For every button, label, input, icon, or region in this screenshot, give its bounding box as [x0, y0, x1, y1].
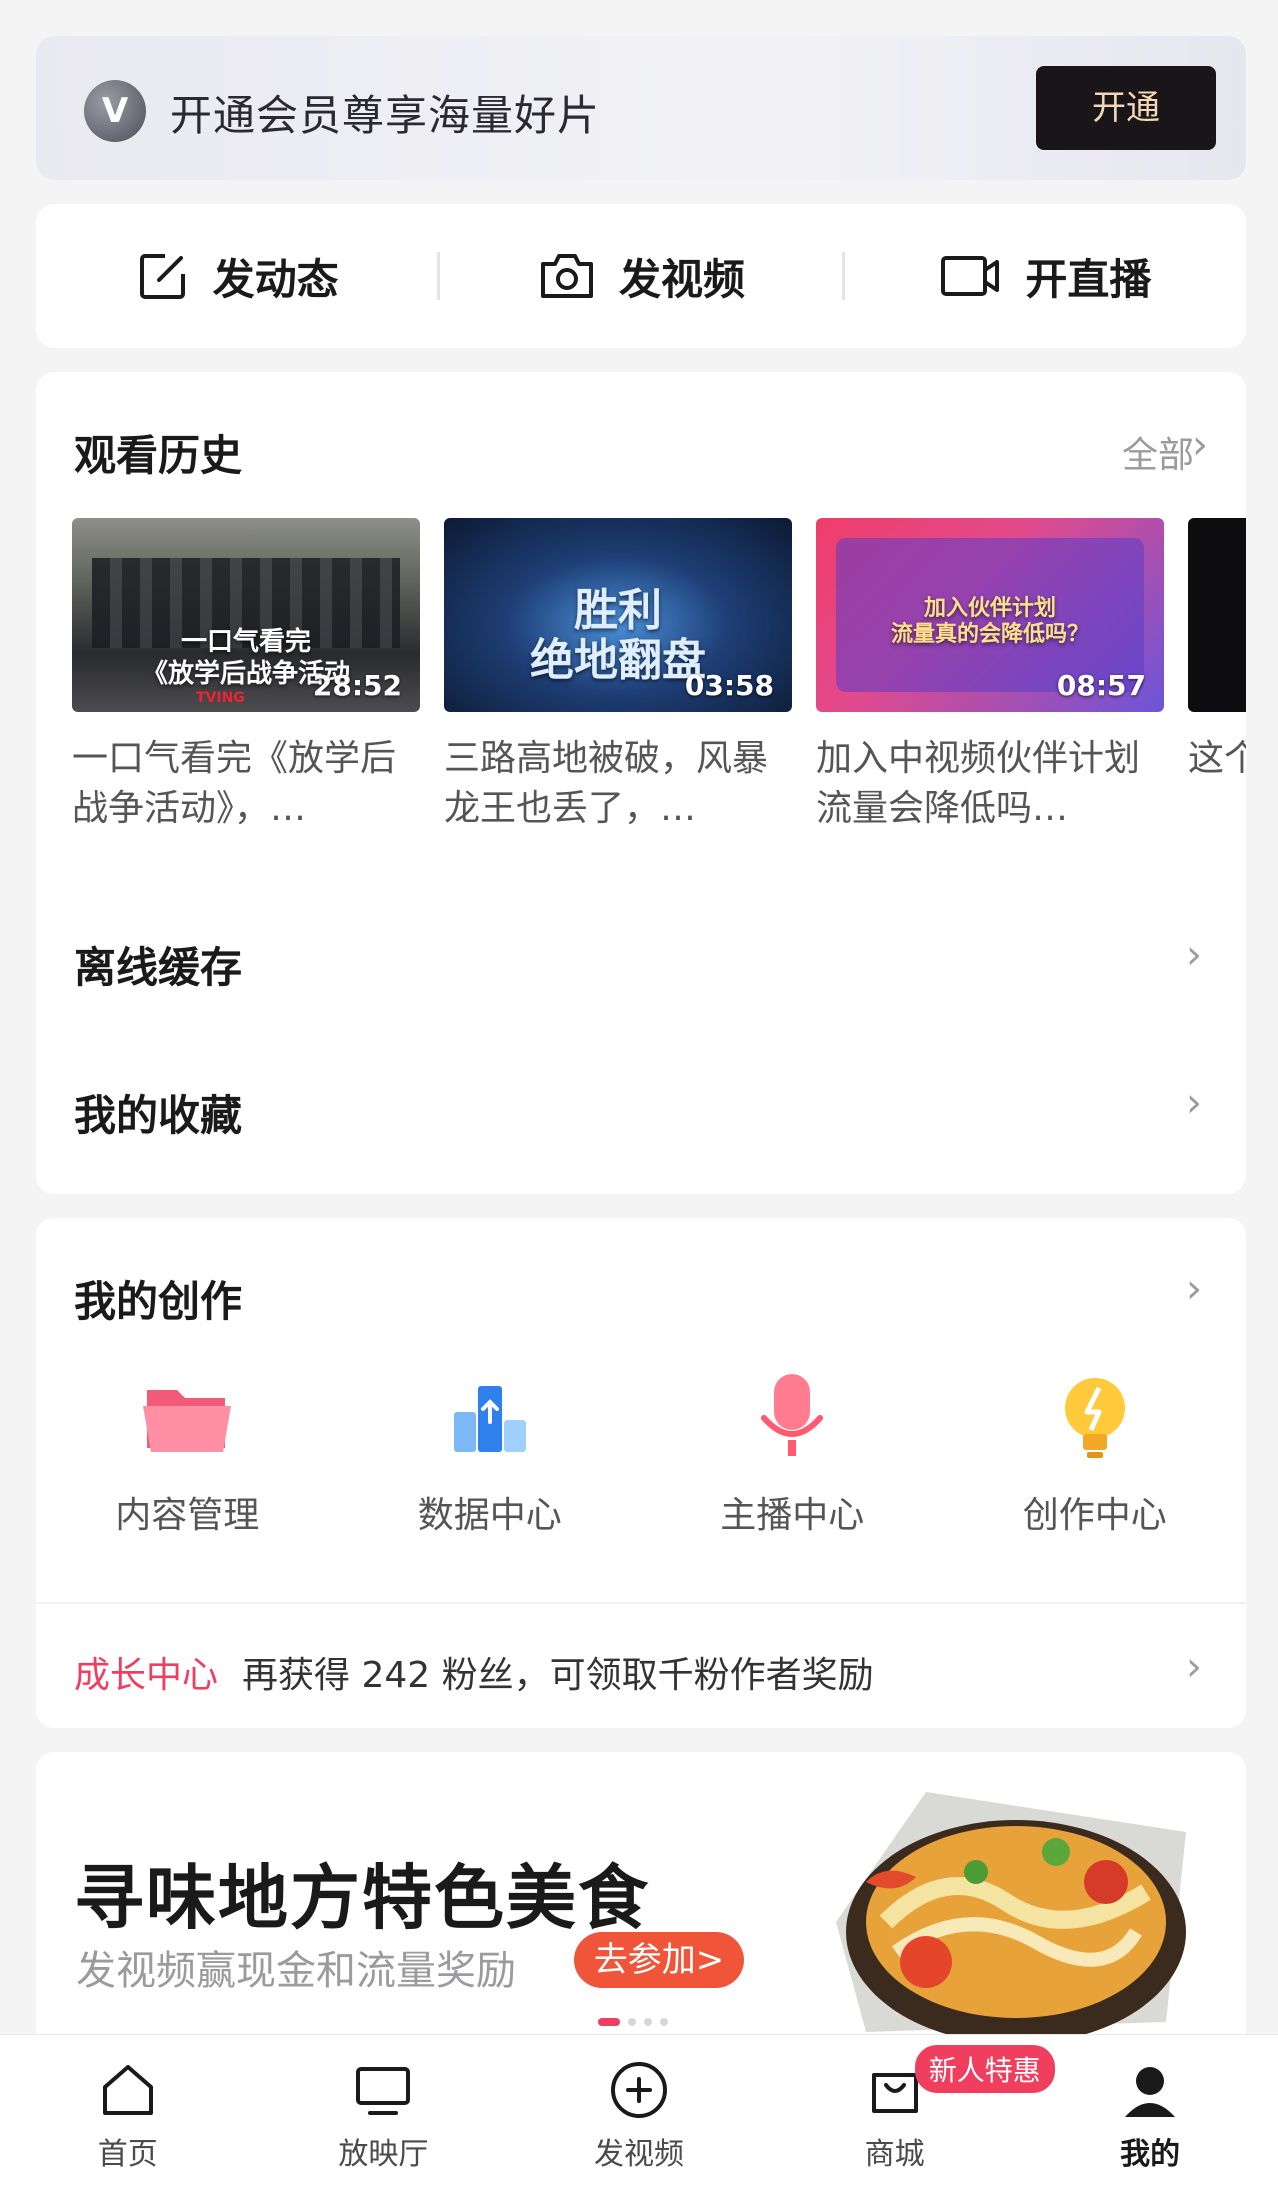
history-title: 观看历史 [74, 431, 243, 480]
video-thumbnail: 胜利 绝地翻盘 03:58 [444, 518, 792, 712]
video-camera-icon [941, 256, 1000, 296]
data-center-button[interactable]: 数据中心 [339, 1368, 642, 1536]
post-video-button[interactable]: 发视频 [440, 204, 841, 348]
promo-join-button[interactable]: 去参加> [574, 1932, 744, 1988]
creation-header[interactable]: 我的创作 › [36, 1218, 1246, 1338]
offline-cache-label: 离线缓存 [74, 943, 243, 992]
growth-center-tag: 成长中心 [74, 1655, 219, 1696]
post-status-label: 发动态 [212, 254, 339, 304]
video-title: 加入中视频伙伴计划流量会降低吗… [816, 738, 1141, 829]
offline-cache-row[interactable]: 离线缓存 › [36, 908, 1246, 1008]
add-circle-icon [610, 2062, 667, 2118]
tab-post-video[interactable]: 发视频 [511, 2035, 767, 2194]
microphone-icon [742, 1368, 842, 1468]
history-all-link[interactable]: 全部 [1122, 426, 1194, 478]
history-item[interactable]: 一口气看完 《放学后战争活动 TVING 28:52 一口气看完《放学后战争活动… [72, 518, 420, 834]
tab-mall[interactable]: 新人特惠 商城 [767, 2035, 1055, 2194]
history-list: 一口气看完 《放学后战争活动 TVING 28:52 一口气看完《放学后战争活动… [72, 518, 1246, 868]
thumbnail-brand: TVING [196, 690, 245, 706]
edit-icon [139, 254, 185, 299]
vip-open-button[interactable]: 开通 [1036, 66, 1216, 150]
tab-me-label: 我的 [1120, 2137, 1181, 2172]
vip-promo-text: 开通会员尊享海量好片 [170, 91, 601, 140]
favorites-row[interactable]: 我的收藏 › [36, 1056, 1246, 1156]
tab-me[interactable]: 我的 [1022, 2035, 1278, 2194]
creation-tools: 内容管理 数据中心 主播中心 创作中心 [36, 1368, 1247, 1536]
promo-banner[interactable]: 寻味地方特色美食 发视频赢现金和流量奖励 去参加> [36, 1752, 1246, 2052]
post-status-button[interactable]: 发动态 [36, 204, 437, 348]
tab-mall-label: 商城 [864, 2137, 925, 2172]
video-title: 这个音乐 [1188, 738, 1246, 779]
bottom-tab-bar: 首页 放映厅 发视频 新人特惠 商城 我的 [0, 2034, 1278, 2194]
video-thumbnail: 加入伙伴计划 流量真的会降低吗？ 08:57 [816, 518, 1164, 712]
promo-subtitle: 发视频赢现金和流量奖励 [76, 1948, 516, 1994]
video-title: 一口气看完《放学后战争活动》，… [72, 738, 397, 829]
video-duration: 08:57 [1056, 669, 1146, 702]
content-management-label: 内容管理 [115, 1495, 260, 1536]
post-actions-bar: 发动态 发视频 开直播 [36, 204, 1246, 348]
video-thumbnail [1188, 518, 1246, 712]
home-icon [102, 2065, 153, 2115]
folder-icon [137, 1368, 237, 1468]
video-title: 三路高地被破，风暴龙王也丢了，… [444, 738, 769, 829]
carousel-dot [660, 2018, 668, 2026]
tab-theater[interactable]: 放映厅 [256, 2035, 512, 2194]
chevron-right-icon: › [1186, 1644, 1202, 1690]
user-icon [1125, 2067, 1176, 2117]
chevron-right-icon: › [1186, 1266, 1202, 1312]
data-center-label: 数据中心 [417, 1495, 562, 1536]
history-item[interactable]: 胜利 绝地翻盘 03:58 三路高地被破，风暴龙王也丢了，… [444, 518, 792, 834]
content-management-button[interactable]: 内容管理 [36, 1368, 339, 1536]
vip-logo-icon: V [84, 80, 146, 142]
favorites-label: 我的收藏 [74, 1091, 243, 1140]
promo-title: 寻味地方特色美食 [74, 1857, 650, 1939]
carousel-dot [598, 2018, 620, 2026]
history-item[interactable]: 这个音乐 [1188, 518, 1246, 784]
anchor-center-button[interactable]: 主播中心 [641, 1368, 944, 1536]
creation-title: 我的创作 [74, 1277, 243, 1326]
my-creation-card: 我的创作 › 内容管理 数据中心 主播中心 创作中心 成长中心 再获得 242 … [36, 1218, 1246, 1728]
video-duration: 03:58 [684, 669, 774, 702]
video-thumbnail: 一口气看完 《放学后战争活动 TVING 28:52 [72, 518, 420, 712]
go-live-label: 开直播 [1025, 254, 1152, 304]
tab-theater-label: 放映厅 [338, 2137, 429, 2172]
thumbnail-caption: 加入伙伴计划 流量真的会降低吗？ [890, 596, 1089, 647]
chevron-right-icon: › [1192, 422, 1208, 468]
camera-icon [540, 254, 593, 298]
tv-icon [356, 2067, 411, 2115]
lightbulb-icon [1045, 1368, 1145, 1468]
watch-history-card: 观看历史 全部 › 一口气看完 《放学后战争活动 TVING 28:52 一口气… [36, 372, 1246, 1194]
chevron-right-icon: › [1186, 932, 1202, 978]
food-illustration [836, 1792, 1186, 2042]
creator-center-label: 创作中心 [1022, 1495, 1167, 1536]
chevron-right-icon: › [1186, 1080, 1202, 1126]
carousel-dot [644, 2018, 652, 2026]
creator-center-button[interactable]: 创作中心 [944, 1368, 1247, 1536]
go-live-button[interactable]: 开直播 [845, 204, 1246, 348]
post-video-label: 发视频 [618, 254, 745, 304]
growth-progress-text: 再获得 242 粉丝，可领取千粉作者奖励 [242, 1655, 874, 1696]
tab-home-label: 首页 [97, 2137, 158, 2172]
history-item[interactable]: 加入伙伴计划 流量真的会降低吗？ 08:57 加入中视频伙伴计划流量会降低吗… [816, 518, 1164, 834]
carousel-dot [628, 2018, 636, 2026]
carousel-indicator [598, 2018, 668, 2026]
anchor-center-label: 主播中心 [720, 1495, 865, 1536]
data-chart-icon [440, 1368, 540, 1468]
vip-banner[interactable]: V 开通会员尊享海量好片 开通 [36, 36, 1246, 180]
growth-center-row[interactable]: 成长中心 再获得 242 粉丝，可领取千粉作者奖励 › [36, 1604, 1246, 1728]
tab-home[interactable]: 首页 [0, 2035, 256, 2194]
video-duration: 28:52 [312, 669, 402, 702]
tab-post-video-label: 发视频 [593, 2137, 684, 2172]
